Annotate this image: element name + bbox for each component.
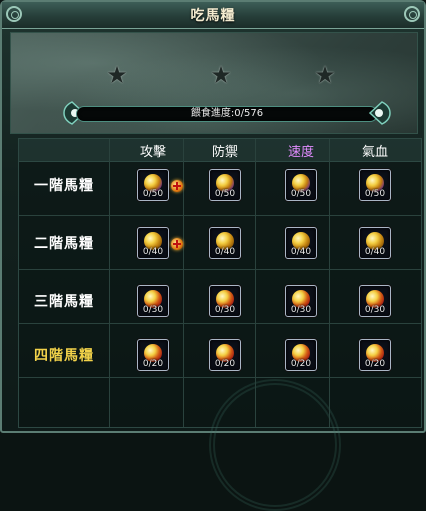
feed-count: 0/50 <box>214 189 236 199</box>
star-icon: ★ <box>314 61 336 89</box>
feed-count: 0/20 <box>364 359 386 369</box>
feed-count: 0/20 <box>214 359 236 369</box>
feed-count: 0/50 <box>290 189 312 199</box>
horse-feed-slot[interactable]: 0/40 <box>359 227 391 259</box>
progress-bar: 餵食進度:0/576 <box>76 106 378 122</box>
feed-count: 0/40 <box>214 247 236 257</box>
column-header: 攻擊 <box>139 145 166 160</box>
feed-count: 0/40 <box>364 247 386 257</box>
table-column-divider <box>109 139 110 427</box>
feed-count: 0/40 <box>290 247 312 257</box>
horse-feed-slot[interactable]: 0/40 <box>209 227 241 259</box>
feed-count: 0/30 <box>290 305 312 315</box>
star-icon: ★ <box>106 61 128 89</box>
feed-count: 0/30 <box>142 305 164 315</box>
feed-table: 攻擊 防禦 速度 氣血一階馬糧 0/50 0/50 0/50 0/50 二階馬糧 0/40 0/40… <box>18 138 422 511</box>
table-row-divider <box>19 323 421 324</box>
plus-icon[interactable] <box>171 238 183 250</box>
table-row-divider <box>19 269 421 270</box>
title-ornament-right-icon <box>404 6 420 22</box>
row-label: 三階馬糧 <box>34 294 94 310</box>
horse-feed-slot[interactable]: 0/30 <box>137 285 169 317</box>
horse-feed-slot[interactable]: 0/50 <box>285 169 317 201</box>
feed-count: 0/30 <box>214 305 236 315</box>
feed-count: 0/20 <box>142 359 164 369</box>
table-column-divider <box>255 139 256 427</box>
feed-count: 0/50 <box>364 189 386 199</box>
progress-label: 餵食進度:0/576 <box>190 108 264 119</box>
feed-count: 0/30 <box>364 305 386 315</box>
window-title: 吃馬糧 <box>190 8 236 24</box>
horse-feed-slot[interactable]: 0/40 <box>137 227 169 259</box>
table-row-divider <box>19 377 421 378</box>
feed-horse-window: 吃馬糧 ★ ★ ★ 餵食進度:0/576 攻擊 防禦 速度 氣血一階馬糧 0/50 0/5… <box>0 0 426 511</box>
horse-feed-slot[interactable]: 0/50 <box>137 169 169 201</box>
horse-feed-slot[interactable]: 0/50 <box>209 169 241 201</box>
column-header: 速度 <box>287 145 314 160</box>
star-icon: ★ <box>210 61 232 89</box>
horse-feed-slot[interactable]: 0/20 <box>285 339 317 371</box>
feeding-progress: 餵食進度:0/576 <box>62 98 392 130</box>
horse-feed-slot[interactable]: 0/50 <box>359 169 391 201</box>
feed-count: 0/20 <box>290 359 312 369</box>
horse-feed-slot[interactable]: 0/30 <box>285 285 317 317</box>
row-label: 一階馬糧 <box>34 178 94 194</box>
horse-feed-slot[interactable]: 0/20 <box>209 339 241 371</box>
horse-feed-slot[interactable]: 0/20 <box>359 339 391 371</box>
feed-count: 0/50 <box>142 189 164 199</box>
plus-icon[interactable] <box>171 180 183 192</box>
horse-feed-slot[interactable]: 0/20 <box>137 339 169 371</box>
dragon-emblem <box>209 379 341 511</box>
column-header: 氣血 <box>361 145 388 160</box>
row-label: 二階馬糧 <box>34 236 94 252</box>
column-header: 防禦 <box>211 145 238 160</box>
horse-feed-slot[interactable]: 0/30 <box>359 285 391 317</box>
horse-feed-slot[interactable]: 0/30 <box>209 285 241 317</box>
table-column-divider <box>183 139 184 427</box>
title-bar[interactable]: 吃馬糧 <box>2 2 424 29</box>
horse-feed-slot[interactable]: 0/40 <box>285 227 317 259</box>
feed-count: 0/40 <box>142 247 164 257</box>
table-column-divider <box>329 139 330 427</box>
table-row-divider <box>19 215 421 216</box>
row-label: 四階馬糧 <box>34 348 94 364</box>
progress-cap-right-icon <box>368 101 391 125</box>
